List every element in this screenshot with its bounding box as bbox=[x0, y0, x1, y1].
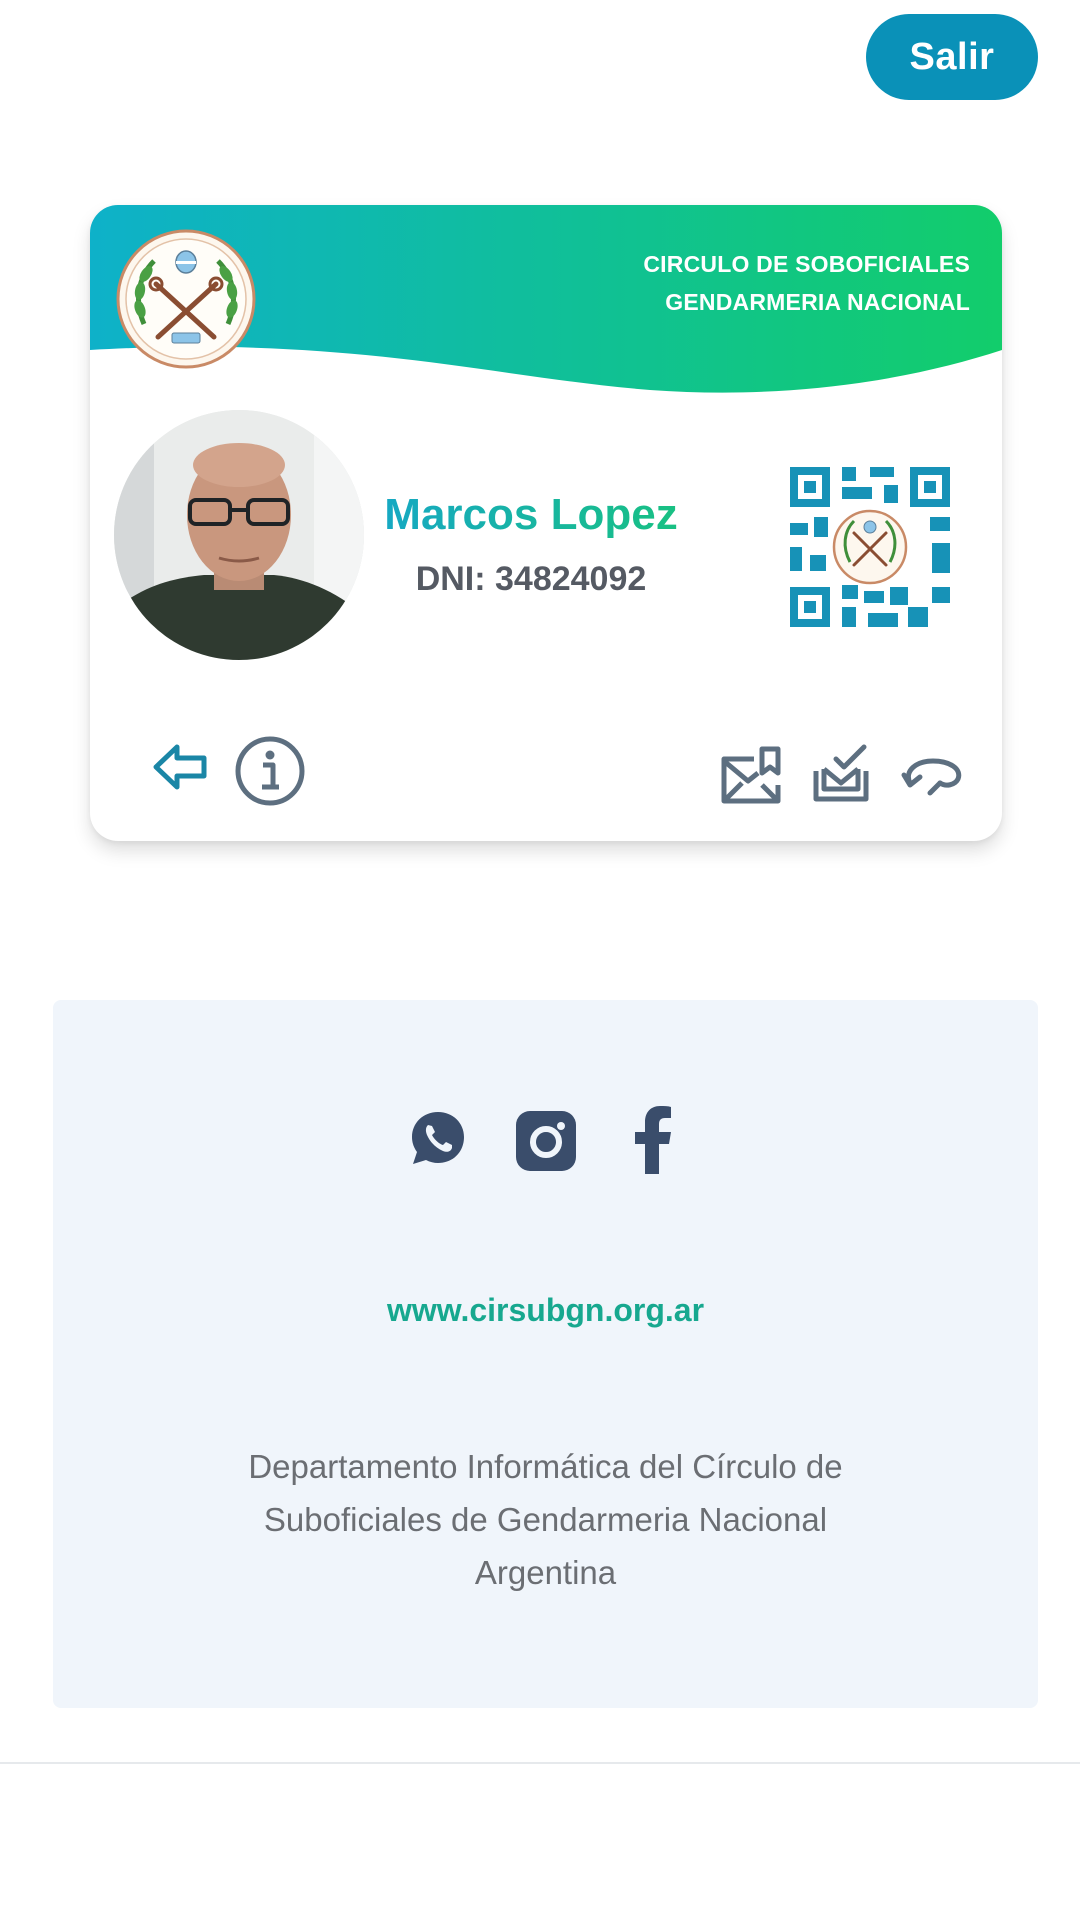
organization-name-line2: GENDARMERIA NACIONAL bbox=[665, 289, 970, 315]
back-arrow-icon[interactable] bbox=[150, 737, 210, 797]
info-icon[interactable] bbox=[234, 735, 306, 807]
logout-button[interactable]: Salir bbox=[866, 14, 1038, 100]
facebook-icon[interactable] bbox=[631, 1104, 675, 1174]
refresh-icon[interactable] bbox=[900, 753, 966, 797]
stack-check-icon[interactable] bbox=[806, 741, 876, 807]
whatsapp-icon[interactable] bbox=[408, 1108, 468, 1168]
website-link[interactable]: www.cirsubgn.org.ar bbox=[53, 1292, 1038, 1329]
mail-bookmark-icon[interactable] bbox=[718, 745, 784, 807]
footer-panel: www.cirsubgn.org.ar Departamento Informá… bbox=[53, 1000, 1038, 1708]
qr-code[interactable] bbox=[790, 467, 950, 627]
member-dni: DNI: 34824092 bbox=[415, 560, 647, 598]
membership-card: CIRCULO DE SOBOFICIALES GENDARMERIA NACI… bbox=[90, 205, 1002, 841]
profile-photo bbox=[114, 410, 364, 660]
bottom-divider bbox=[0, 1762, 1080, 1764]
organization-seal-icon bbox=[116, 229, 256, 369]
instagram-icon[interactable] bbox=[513, 1108, 579, 1174]
page: Salir CIRCULO DE SOBOFICIALES GENDARMERI… bbox=[0, 0, 1080, 1920]
organization-name-line1: CIRCULO DE SOBOFICIALES bbox=[643, 251, 970, 277]
department-credit: Departamento Informática del Círculo de … bbox=[248, 1448, 843, 1591]
member-name: Marcos Lopez bbox=[356, 490, 706, 540]
